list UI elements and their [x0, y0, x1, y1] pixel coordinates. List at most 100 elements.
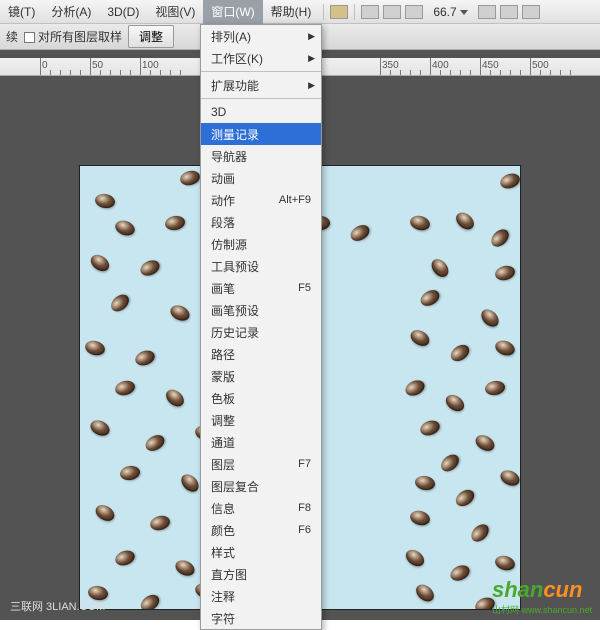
seed-shape: [453, 209, 477, 233]
menu-analysis[interactable]: 分析(A): [43, 0, 99, 24]
seed-shape: [473, 432, 497, 454]
seed-shape: [468, 521, 492, 545]
seed-shape: [108, 291, 132, 315]
menu-item[interactable]: 导航器: [201, 145, 321, 167]
mb-icon[interactable]: [361, 5, 379, 19]
menu-3d[interactable]: 3D(D): [99, 1, 147, 23]
menu-item[interactable]: 排列(A)▶: [201, 25, 321, 47]
option-continuous: 续: [6, 28, 18, 45]
menu-item[interactable]: 动画: [201, 167, 321, 189]
menu-item[interactable]: 图层 F7: [201, 453, 321, 475]
menu-item[interactable]: 直方图: [201, 563, 321, 585]
menu-item[interactable]: 工作区(K)▶: [201, 47, 321, 69]
bridge-icon[interactable]: [330, 5, 348, 19]
seed-shape: [408, 327, 432, 349]
arrange-icon[interactable]: [405, 5, 423, 19]
seed-shape: [409, 214, 432, 233]
checkbox-icon[interactable]: [24, 32, 35, 43]
window-menu-dropdown: 排列(A)▶工作区(K)▶扩展功能▶3D测量记录导航器动画动作Alt+F9段落仿…: [200, 24, 322, 630]
submenu-arrow-icon: ▶: [308, 31, 315, 42]
menu-help[interactable]: 帮助(H): [263, 0, 320, 24]
seed-shape: [494, 264, 517, 283]
seed-shape: [418, 287, 442, 309]
menu-item[interactable]: 通道: [201, 431, 321, 453]
view-rulers-icon[interactable]: [500, 5, 518, 19]
shortcut-label: F6: [298, 524, 311, 536]
menu-item[interactable]: 图层复合: [201, 475, 321, 497]
seed-shape: [93, 502, 117, 524]
seed-shape: [418, 418, 442, 438]
menu-item[interactable]: 画笔预设: [201, 299, 321, 321]
menu-item-label: 扩展功能: [211, 77, 259, 94]
seed-shape: [149, 514, 172, 533]
menu-item[interactable]: 历史记录: [201, 321, 321, 343]
menu-item[interactable]: 路径: [201, 343, 321, 365]
menu-item[interactable]: 调整: [201, 409, 321, 431]
seed-shape: [179, 169, 202, 188]
separator: [354, 4, 355, 20]
shortcut-label: F7: [298, 458, 311, 470]
menu-item-label: 信息: [211, 500, 235, 517]
menu-item[interactable]: 扩展功能 ▶: [201, 74, 321, 96]
menu-item[interactable]: 颜色F6: [201, 519, 321, 541]
menu-item-label: 导航器: [211, 148, 247, 165]
menu-item[interactable]: 段落: [201, 211, 321, 233]
seed-shape: [494, 554, 517, 573]
seed-shape: [114, 379, 137, 398]
menu-item[interactable]: 动作Alt+F9: [201, 189, 321, 211]
menu-window[interactable]: 窗口(W): [203, 0, 262, 24]
menu-view[interactable]: 视图(V): [147, 0, 203, 24]
sample-all-layers-option[interactable]: 对所有图层取样: [24, 28, 122, 45]
seed-shape: [453, 487, 477, 510]
menu-item[interactable]: 色板: [201, 387, 321, 409]
menu-filter[interactable]: 镜(T): [0, 0, 43, 24]
seed-shape: [438, 451, 462, 475]
menu-item-label: 工作区(K): [211, 50, 263, 67]
menu-item-label: 色板: [211, 390, 235, 407]
menu-item-label: 测量记录: [211, 126, 259, 143]
menu-item[interactable]: 3D: [201, 101, 321, 123]
seed-shape: [113, 218, 137, 238]
menu-item[interactable]: 画笔F5: [201, 277, 321, 299]
adjust-button[interactable]: 调整: [128, 25, 174, 48]
menu-item-label: 图层: [211, 456, 235, 473]
menu-item-label: 画笔预设: [211, 302, 259, 319]
seed-shape: [484, 379, 506, 396]
menu-item-label: 注释: [211, 588, 235, 605]
menu-item[interactable]: 工具预设: [201, 255, 321, 277]
menu-separator: [201, 71, 321, 72]
seed-shape: [448, 342, 472, 365]
menu-item-label: 段落: [211, 214, 235, 231]
seed-shape: [138, 257, 162, 278]
menu-item-label: 通道: [211, 434, 235, 451]
screen-mode-icon[interactable]: [383, 5, 401, 19]
menu-item-label: 图层复合: [211, 478, 259, 495]
seed-shape: [113, 548, 137, 568]
zoom-level[interactable]: 66.7: [433, 5, 467, 19]
menu-item[interactable]: 样式: [201, 541, 321, 563]
menu-item[interactable]: 仿制源: [201, 233, 321, 255]
seed-shape: [164, 214, 186, 231]
menu-item-label: 直方图: [211, 566, 247, 583]
seed-shape: [403, 547, 427, 570]
menubar: 镜(T) 分析(A) 3D(D) 视图(V) 窗口(W) 帮助(H) 66.7: [0, 0, 600, 24]
menu-item[interactable]: 蒙版: [201, 365, 321, 387]
menu-item-label: 字符: [211, 610, 235, 627]
menu-item[interactable]: 信息F8: [201, 497, 321, 519]
seed-shape: [348, 222, 372, 244]
seed-shape: [119, 464, 141, 481]
seed-shape: [498, 171, 520, 191]
seed-shape: [163, 386, 187, 410]
menu-item[interactable]: 字符: [201, 607, 321, 629]
seed-shape: [88, 252, 112, 275]
view-guides-icon[interactable]: [522, 5, 540, 19]
menu-item-label: 历史记录: [211, 324, 259, 341]
view-extras-icon[interactable]: [478, 5, 496, 19]
menu-item[interactable]: 测量记录: [201, 123, 321, 145]
menu-item[interactable]: 注释: [201, 585, 321, 607]
seed-shape: [94, 192, 116, 209]
seed-shape: [488, 226, 512, 250]
seed-shape: [88, 417, 112, 438]
menu-item-label: 仿制源: [211, 236, 247, 253]
submenu-arrow-icon: ▶: [308, 80, 315, 91]
